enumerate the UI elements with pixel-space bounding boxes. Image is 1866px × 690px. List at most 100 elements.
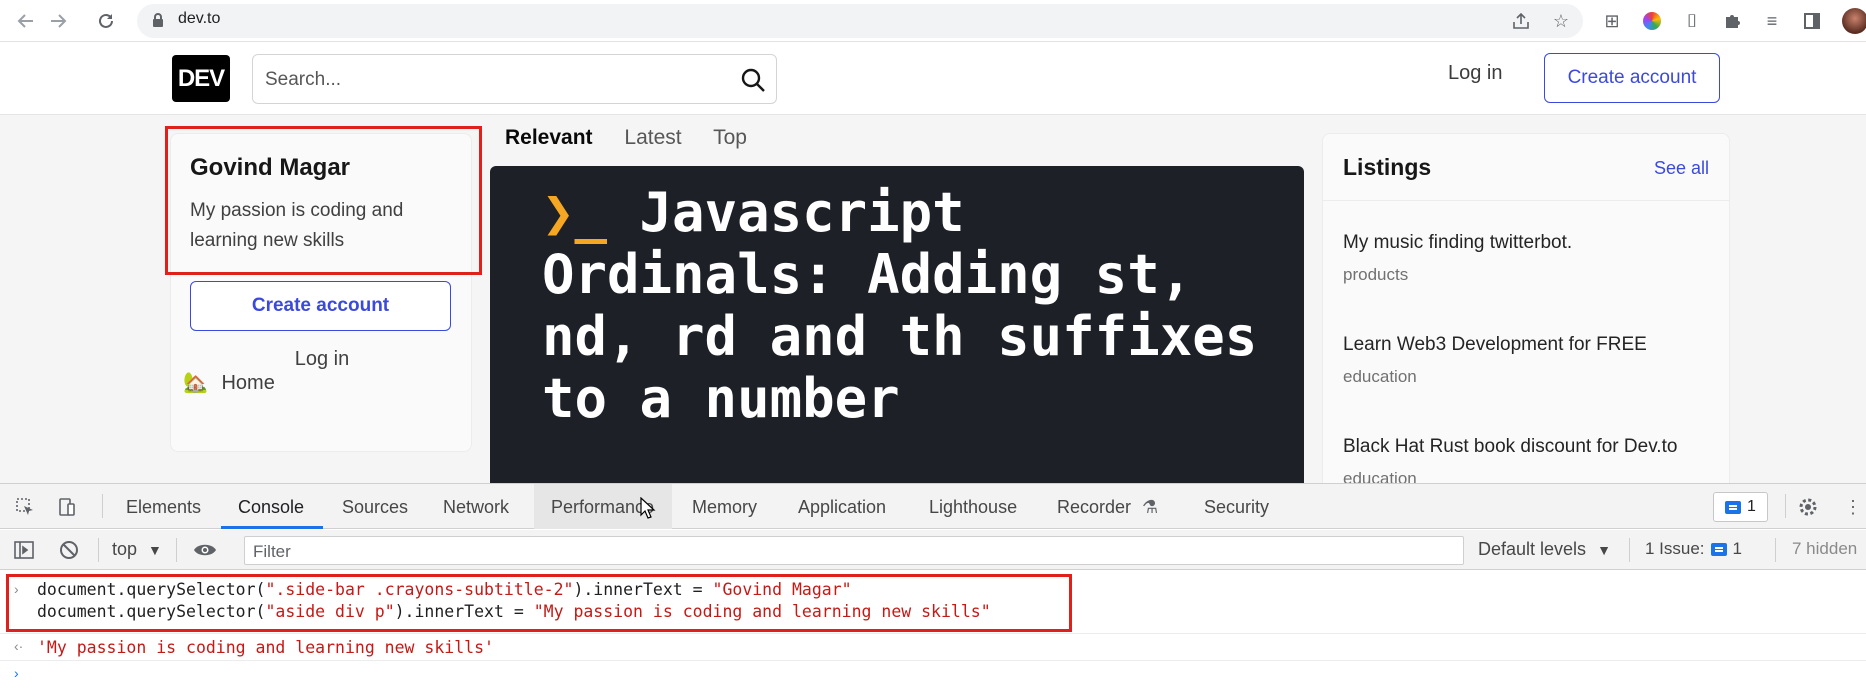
listing-item[interactable]: Black Hat Rust book discount for Dev.to … xyxy=(1343,436,1713,483)
tab-relevant[interactable]: Relevant xyxy=(505,126,593,149)
login-link[interactable]: Log in xyxy=(1448,62,1503,85)
tab-sources[interactable]: Sources xyxy=(342,497,408,518)
terminal-prompt-icon: ❯_ xyxy=(542,181,608,244)
address-bar[interactable] xyxy=(137,4,1583,38)
listing-item[interactable]: My music finding twitterbot. products xyxy=(1343,232,1713,285)
levels-label: Default levels xyxy=(1478,539,1587,559)
search-icon[interactable] xyxy=(740,67,766,93)
url-text: dev.to xyxy=(178,10,221,27)
listing-item[interactable]: Learn Web3 Development for FREE educatio… xyxy=(1343,334,1713,387)
clear-console-icon[interactable] xyxy=(56,537,82,563)
hidden-count: 7 hidden xyxy=(1792,539,1858,558)
console-toolbar: top ▼ Filter Default levels ▼ 1 Issue: 1… xyxy=(0,530,1866,570)
sidebar-login-link[interactable]: Log in xyxy=(171,348,473,371)
camera-icon[interactable]: ⌷ xyxy=(1681,10,1703,32)
listing-category: products xyxy=(1343,265,1409,284)
highlight-box xyxy=(6,574,1072,632)
tab-recorder[interactable]: Recorder ⚗ xyxy=(1057,497,1158,518)
tab-latest[interactable]: Latest xyxy=(624,126,681,149)
mouse-cursor-icon xyxy=(640,497,656,519)
extension-grid-icon[interactable]: ⊞ xyxy=(1601,10,1623,32)
filter-placeholder: Filter xyxy=(253,542,291,561)
listing-title: Learn Web3 Development for FREE xyxy=(1343,334,1647,355)
house-icon: 🏡 xyxy=(183,372,208,394)
tab-recorder-label: Recorder xyxy=(1057,497,1132,517)
tab-network[interactable]: Network xyxy=(443,497,509,518)
cover-title-text: Javascript Ordinals: Adding st, nd, rd a… xyxy=(542,181,1258,430)
devto-page: DEV Search... Log in Create account Govi… xyxy=(0,42,1866,483)
lock-icon xyxy=(152,13,164,27)
tab-top[interactable]: Top xyxy=(713,126,747,149)
divider xyxy=(1629,538,1630,562)
message-icon xyxy=(1725,500,1742,514)
see-all-link[interactable]: See all xyxy=(1654,158,1709,179)
listing-title: Black Hat Rust book discount for Dev.to xyxy=(1343,436,1678,457)
listing-title: My music finding twitterbot. xyxy=(1343,232,1573,253)
active-tab-indicator xyxy=(221,526,323,529)
issues-counter[interactable]: 1 Issue: 1 xyxy=(1645,539,1742,559)
feed-tabs: Relevant Latest Top xyxy=(505,126,773,150)
log-levels-dropdown[interactable]: Default levels ▼ xyxy=(1478,539,1611,560)
divider xyxy=(102,494,103,518)
create-account-button[interactable]: Create account xyxy=(1544,53,1720,103)
tab-lighthouse[interactable]: Lighthouse xyxy=(929,497,1017,518)
listing-category: education xyxy=(1343,469,1417,483)
eye-icon[interactable] xyxy=(192,537,218,563)
devtools-panel: Elements Console Sources Network Perform… xyxy=(0,483,1866,690)
back-arrow-icon[interactable] xyxy=(14,9,38,33)
console-filter-input[interactable]: Filter xyxy=(244,536,1464,565)
reload-icon[interactable] xyxy=(94,9,118,33)
console-result-line: ‹· 'My passion is coding and learning ne… xyxy=(0,633,1866,661)
article-cover-image[interactable]: ❯_ Javascript Ordinals: Adding st, nd, r… xyxy=(490,166,1304,483)
context-value: top xyxy=(112,539,138,559)
tab-memory[interactable]: Memory xyxy=(692,497,757,518)
tab-application[interactable]: Application xyxy=(798,497,886,518)
divider xyxy=(176,538,177,562)
gear-icon[interactable] xyxy=(1795,494,1821,520)
console-prompt[interactable]: › xyxy=(14,665,19,681)
device-toolbar-icon[interactable] xyxy=(54,494,80,520)
search-input[interactable]: Search... xyxy=(252,54,777,104)
side-panel-icon[interactable] xyxy=(1801,10,1823,32)
listings-card: Listings See all My music finding twitte… xyxy=(1322,133,1730,483)
more-options-icon[interactable]: ⋮ xyxy=(1840,494,1866,520)
profile-avatar[interactable] xyxy=(1842,8,1866,34)
issues-label: 1 Issue: xyxy=(1645,539,1705,558)
sidebar-toggle-icon[interactable] xyxy=(11,537,37,563)
forward-arrow-icon[interactable] xyxy=(46,9,70,33)
dev-logo[interactable]: DEV xyxy=(172,55,230,102)
cover-title: ❯_ Javascript Ordinals: Adding st, nd, r… xyxy=(542,182,1282,430)
divider xyxy=(1323,200,1729,201)
flask-icon: ⚗ xyxy=(1142,497,1159,517)
inspect-element-icon[interactable] xyxy=(12,494,38,520)
share-icon[interactable] xyxy=(1510,10,1532,32)
listing-category: education xyxy=(1343,367,1417,386)
sidebar-item-home[interactable]: 🏡 Home xyxy=(183,370,275,395)
star-icon[interactable]: ☆ xyxy=(1550,10,1572,32)
tab-elements[interactable]: Elements xyxy=(126,497,201,518)
tab-performance[interactable]: Performance xyxy=(551,497,654,518)
highlight-box xyxy=(165,126,482,275)
console-result: 'My passion is coding and learning new s… xyxy=(37,638,494,657)
divider xyxy=(1775,538,1776,562)
message-icon xyxy=(1710,542,1727,556)
color-wheel-icon[interactable] xyxy=(1641,10,1663,32)
listings-title: Listings xyxy=(1343,154,1432,180)
divider xyxy=(1785,494,1786,518)
issues-count: 1 xyxy=(1732,539,1743,558)
issues-badge[interactable]: 1 xyxy=(1713,492,1768,522)
search-placeholder: Search... xyxy=(265,69,342,90)
tab-security[interactable]: Security xyxy=(1204,497,1269,518)
chevron-down-icon: ▼ xyxy=(148,542,162,558)
sidebar-item-label: Home xyxy=(221,372,275,394)
chevron-down-icon: ▼ xyxy=(1597,542,1611,558)
result-arrow-icon: ‹· xyxy=(14,638,24,654)
media-queue-icon[interactable]: ≡ xyxy=(1761,10,1783,32)
issue-count: 1 xyxy=(1747,498,1756,515)
puzzle-icon[interactable] xyxy=(1721,10,1743,32)
tab-console[interactable]: Console xyxy=(238,497,304,518)
browser-toolbar: dev.to ☆ ⊞ ⌷ ≡ xyxy=(0,0,1866,42)
devtools-tabbar: Elements Console Sources Network Perform… xyxy=(0,484,1866,529)
sidebar-create-account-button[interactable]: Create account xyxy=(190,281,451,331)
context-selector[interactable]: top ▼ xyxy=(112,539,162,560)
